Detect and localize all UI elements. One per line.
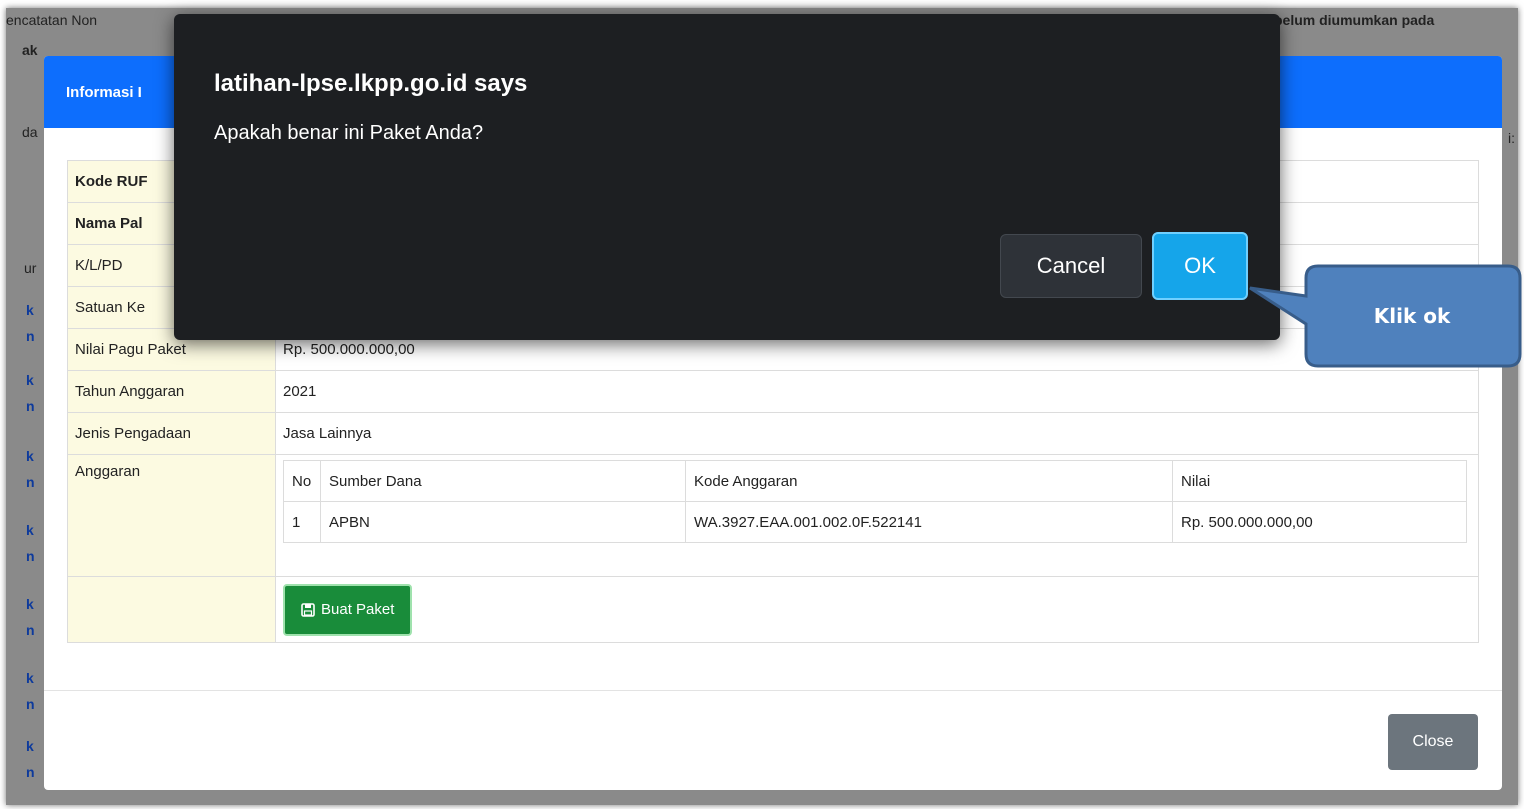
- save-icon: [301, 602, 315, 617]
- background-link[interactable]: k: [26, 448, 34, 464]
- row-actions: Buat Paket: [67, 576, 1479, 643]
- cancel-button-label: Cancel: [1036, 253, 1106, 278]
- close-button-label: Close: [1412, 733, 1454, 750]
- tahun-anggaran-label: Tahun Anggaran: [67, 370, 276, 413]
- background-link[interactable]: n: [26, 764, 35, 780]
- anggaran-header-no: No: [283, 460, 321, 502]
- anggaran-cell-kode-anggaran: WA.3927.EAA.001.002.0F.522141: [685, 501, 1173, 543]
- dialog-title: latihan-lpse.lkpp.go.id says: [214, 70, 528, 97]
- table-row: 1 APBN WA.3927.EAA.001.002.0F.522141 Rp.…: [283, 501, 1467, 543]
- dialog-message: Apakah benar ini Paket Anda?: [214, 122, 484, 144]
- buat-paket-button[interactable]: Buat Paket: [283, 583, 413, 636]
- background-link[interactable]: k: [26, 372, 34, 388]
- background-text-top-left: encatatan Non: [6, 12, 98, 28]
- confirm-dialog: latihan-lpse.lkpp.go.id says Apakah bena…: [174, 14, 1280, 340]
- background-link[interactable]: k: [26, 596, 34, 612]
- background-link[interactable]: k: [26, 302, 34, 318]
- jenis-pengadaan-value: Jasa Lainnya: [275, 412, 1479, 455]
- anggaran-header-sumber-dana: Sumber Dana: [320, 460, 686, 502]
- background-link[interactable]: n: [26, 474, 35, 490]
- anggaran-cell: No Sumber Dana Kode Anggaran Nilai 1 APB…: [275, 454, 1479, 577]
- anggaran-label: Anggaran: [67, 454, 276, 577]
- background-link[interactable]: k: [26, 522, 34, 538]
- background-link[interactable]: k: [26, 738, 34, 754]
- background-link[interactable]: k: [26, 670, 34, 686]
- row-jenis-pengadaan: Jenis Pengadaan Jasa Lainnya: [67, 412, 1479, 455]
- row-tahun-anggaran: Tahun Anggaran 2021: [67, 370, 1479, 413]
- callout-text: Klik ok: [1373, 304, 1451, 328]
- row-anggaran: Anggaran No Sumber Dana Kode Anggaran Ni…: [67, 454, 1479, 577]
- background-fragment-ur: ur: [24, 260, 37, 276]
- background-text-line2: ak: [22, 42, 38, 58]
- jenis-pengadaan-label: Jenis Pengadaan: [67, 412, 276, 455]
- close-button[interactable]: Close: [1388, 714, 1478, 770]
- background-link[interactable]: n: [26, 622, 35, 638]
- background-link[interactable]: n: [26, 398, 35, 414]
- background-link[interactable]: n: [26, 548, 35, 564]
- anggaran-header-row: No Sumber Dana Kode Anggaran Nilai: [283, 460, 1467, 502]
- modal-footer-divider: [44, 690, 1502, 691]
- ok-button[interactable]: OK: [1152, 232, 1248, 300]
- background-text-top-right: belum diumumkan pada: [1274, 12, 1435, 28]
- cancel-button[interactable]: Cancel: [1000, 234, 1142, 298]
- actions-cell: Buat Paket: [275, 576, 1479, 643]
- modal-title: Informasi I: [66, 83, 142, 101]
- anggaran-cell-nilai: Rp. 500.000.000,00: [1172, 501, 1467, 543]
- anggaran-header-nilai: Nilai: [1172, 460, 1467, 502]
- tahun-anggaran-value: 2021: [275, 370, 1479, 413]
- anggaran-cell-sumber-dana: APBN: [320, 501, 686, 543]
- actions-label-cell: [67, 576, 276, 643]
- anggaran-cell-no: 1: [283, 501, 321, 543]
- anggaran-header-kode-anggaran: Kode Anggaran: [685, 460, 1173, 502]
- background-link[interactable]: n: [26, 696, 35, 712]
- background-link[interactable]: n: [26, 328, 35, 344]
- background-fragment-da: da: [22, 124, 38, 140]
- background-fragment-right: i:: [1508, 130, 1515, 146]
- ok-button-label: OK: [1184, 253, 1216, 278]
- anggaran-table: No Sumber Dana Kode Anggaran Nilai 1 APB…: [283, 460, 1467, 543]
- buat-paket-label: Buat Paket: [321, 601, 395, 618]
